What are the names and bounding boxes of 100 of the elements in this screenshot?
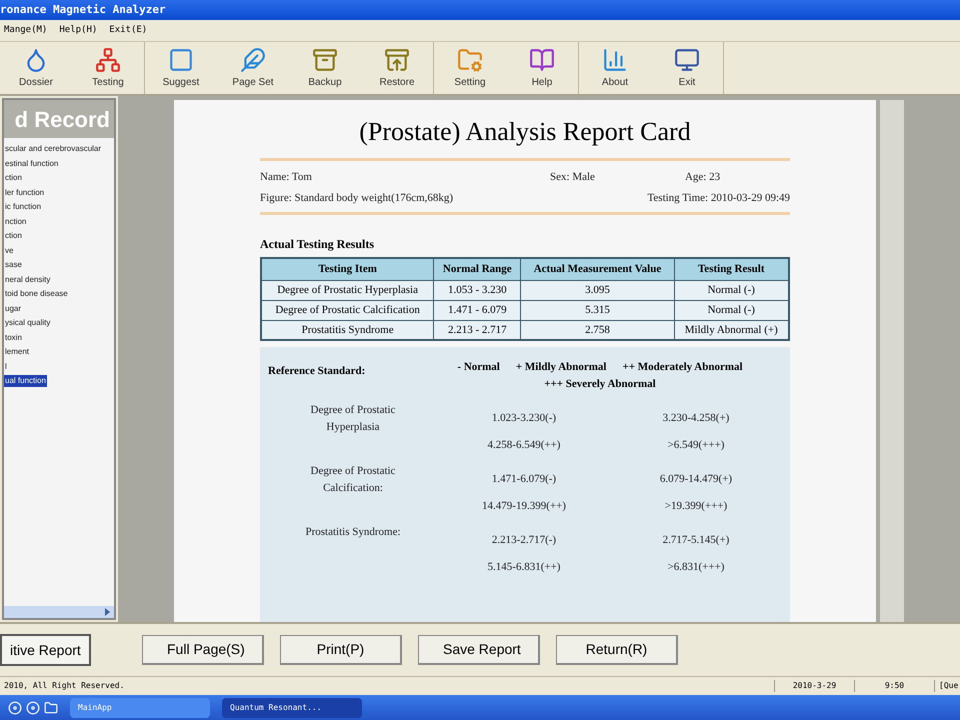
tree-item[interactable]: ual function <box>4 375 47 388</box>
range-text: 2.717-5.145(+) <box>662 533 730 548</box>
table-cell: 2.213 - 2.717 <box>434 320 521 340</box>
reference-item: Degree of Prostatic Hyperplasia <box>310 403 396 434</box>
action-button[interactable]: Print(P) <box>280 635 402 665</box>
tree-item[interactable]: lement <box>4 346 30 358</box>
legend-text: - Normal <box>457 360 500 375</box>
tree-item[interactable]: neral density <box>4 274 52 286</box>
report-title: (Prostate) Analysis Report Card <box>358 116 692 148</box>
tree-item[interactable]: ysical quality <box>4 317 52 330</box>
range-text: >6.549(+++) <box>666 438 726 452</box>
column-header: Actual Measurement Value <box>520 258 674 280</box>
arrow-icon <box>105 608 110 616</box>
range-text: 14.479-19.399(++) <box>481 498 567 514</box>
folder-icon <box>457 46 483 72</box>
tree-item[interactable]: ction <box>4 230 23 242</box>
archive-icon <box>312 46 338 72</box>
tree-item[interactable]: ugar <box>4 302 22 315</box>
toolbar-button[interactable]: Restore <box>361 42 433 94</box>
column-header: Testing Result <box>674 258 789 280</box>
toolbar-button[interactable]: Exit <box>651 42 723 94</box>
table-cell: 5.315 <box>520 300 674 320</box>
name-field: Name: Tom <box>260 169 460 186</box>
vertical-scrollbar[interactable] <box>880 100 904 622</box>
quick-launch-icon <box>8 700 22 714</box>
table-cell: Normal (-) <box>674 280 789 300</box>
toolbar-button[interactable]: Page Set <box>217 42 289 94</box>
chart-icon <box>95 46 121 72</box>
range-text: >19.399(+++) <box>664 498 728 514</box>
status-text: 9:50 <box>854 680 934 692</box>
table-cell: 3.095 <box>520 280 674 300</box>
window-title: ronance Magnetic Analyzer <box>0 2 166 18</box>
tree-item[interactable]: ic function <box>4 201 42 214</box>
tree-item[interactable]: sase <box>4 259 23 272</box>
toolbar-button[interactable]: Setting <box>434 42 506 94</box>
tree-item[interactable]: ler function <box>4 186 46 199</box>
sidebar-header: d Record <box>4 100 114 138</box>
report-button[interactable]: itive Report <box>0 634 91 666</box>
feather-icon <box>240 46 266 72</box>
range-text: >6.831(+++) <box>666 560 726 574</box>
bar-chart-icon <box>602 46 628 72</box>
menu-item[interactable]: Help(H) <box>59 24 98 38</box>
reference-item: Degree of Prostatic Calcification: <box>310 464 396 496</box>
tile-icon <box>168 46 194 72</box>
table-cell: Degree of Prostatic Calcification <box>261 300 434 320</box>
monitor-icon <box>674 46 700 72</box>
figure-field: Figure: Standard body weight(176cm,68kg) <box>260 190 454 206</box>
menu-item[interactable]: Exit(E) <box>109 24 148 38</box>
tree-item[interactable]: toid bone disease <box>4 288 69 300</box>
reference-item: Prostatitis Syndrome: <box>304 525 402 540</box>
toolbar-button[interactable]: Help <box>506 42 578 94</box>
toolbar-button[interactable]: About <box>579 42 651 94</box>
testing-time: Testing Time: 2010-03-29 09:49 <box>647 190 790 206</box>
status-text: 2010-3-29 <box>774 680 854 692</box>
legend-text: +++ Severely Abnormal <box>544 376 656 392</box>
range-text: 3.230-4.258(+) <box>662 411 730 426</box>
legend-text: + Mildly Abnormal <box>516 360 606 375</box>
toolbar-button[interactable]: Dossier <box>0 42 72 94</box>
section-heading: Actual Testing Results <box>260 236 376 253</box>
table-cell: Degree of Prostatic Hyperplasia <box>261 280 434 300</box>
tree-item[interactable]: l <box>4 360 8 373</box>
table-cell: 1.053 - 3.230 <box>434 280 521 300</box>
column-header: Normal Range <box>434 258 521 280</box>
archive-icon <box>384 46 410 72</box>
sex-field: Sex: Male <box>550 169 595 186</box>
range-text: 1.471-6.079(-) <box>490 472 558 487</box>
menu-item[interactable]: Mange(M) <box>4 24 48 38</box>
taskbar-button[interactable]: Quantum Resonant... <box>222 698 362 718</box>
toolbar-button[interactable]: Suggest <box>145 42 217 94</box>
range-text: 6.079-14.479(+) <box>658 472 734 487</box>
status-text: 2010, All Right Reserved. <box>3 680 126 692</box>
folder-icon <box>44 700 58 714</box>
toolbar-button[interactable]: Backup <box>289 42 361 94</box>
tree-item[interactable]: scular and cerebrovascular <box>4 143 102 156</box>
table-cell: 2.758 <box>520 320 674 340</box>
table-cell: 1.471 - 6.079 <box>434 300 521 320</box>
range-text: 4.258-6.549(++) <box>486 438 562 452</box>
age-field: Age: 23 <box>684 169 790 186</box>
tree-item[interactable]: ction <box>4 172 23 184</box>
tree-item[interactable]: toxin <box>4 332 23 344</box>
action-button[interactable]: Save Report <box>418 635 540 665</box>
toolbar-button[interactable]: Testing <box>72 42 144 94</box>
table-cell: Normal (-) <box>674 300 789 320</box>
range-text: 1.023-3.230(-) <box>490 411 558 426</box>
table-cell: Mildly Abnormal (+) <box>674 320 789 340</box>
reference-label: Reference Standard: <box>268 364 366 379</box>
column-header: Testing Item <box>261 258 434 280</box>
range-text: 5.145-6.831(++) <box>486 560 562 574</box>
table-cell: Prostatitis Syndrome <box>261 320 434 340</box>
quick-launch-icon <box>26 700 40 714</box>
action-button[interactable]: Return(R) <box>556 635 678 665</box>
horizontal-scrollbar[interactable] <box>4 606 114 618</box>
legend-text: ++ Moderately Abnormal <box>622 360 743 375</box>
book-icon <box>529 46 555 72</box>
tree-item[interactable]: nction <box>4 216 28 228</box>
status-text: [Que <box>934 680 960 692</box>
range-text: 2.213-2.717(-) <box>490 533 558 548</box>
tree-item[interactable]: estinal function <box>4 158 60 170</box>
action-button[interactable]: Full Page(S) <box>142 635 264 665</box>
tree-item[interactable]: ve <box>4 244 14 257</box>
